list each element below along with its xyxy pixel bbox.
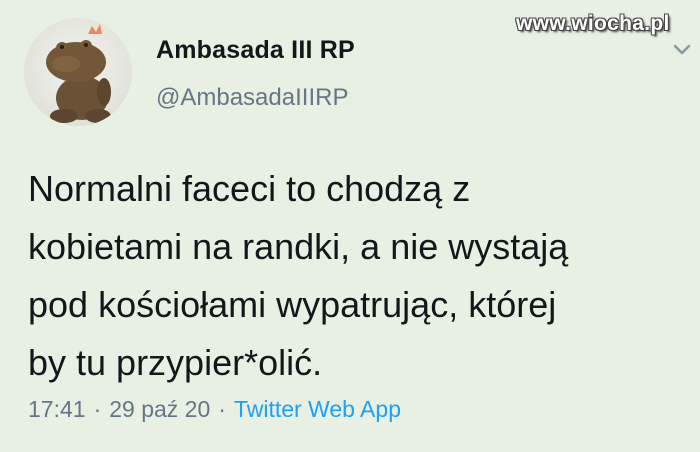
tweet-meta: 17:41 · 29 paź 20 · Twitter Web App — [28, 396, 401, 423]
tweet-date[interactable]: 29 paź 20 — [109, 396, 210, 422]
separator: · — [93, 396, 102, 422]
tweet-card: Ambasada III RP @AmbasadaIIIRP www.wioch… — [0, 0, 700, 452]
separator: · — [218, 396, 226, 422]
tweet-source-link[interactable]: Twitter Web App — [234, 396, 401, 422]
chevron-down-icon[interactable] — [672, 40, 692, 60]
display-name[interactable]: Ambasada III RP — [156, 36, 355, 65]
tweet-line: kobietami na randki, a nie wystają — [28, 226, 569, 267]
tweet-line: pod kościołami wypatrując, której — [28, 284, 557, 325]
watermark-text: www.wiocha.pl — [516, 12, 670, 35]
tweet-line: by tu przypier*olić. — [28, 342, 323, 383]
frog-plush-icon — [46, 24, 111, 123]
tweet-text: Normalni faceci to chodzą z kobietami na… — [28, 160, 688, 392]
avatar[interactable] — [24, 18, 132, 126]
tweet-line: Normalni faceci to chodzą z — [28, 168, 471, 209]
handle[interactable]: @AmbasadaIIIRP — [156, 84, 348, 112]
tweet-time[interactable]: 17:41 — [28, 396, 86, 422]
